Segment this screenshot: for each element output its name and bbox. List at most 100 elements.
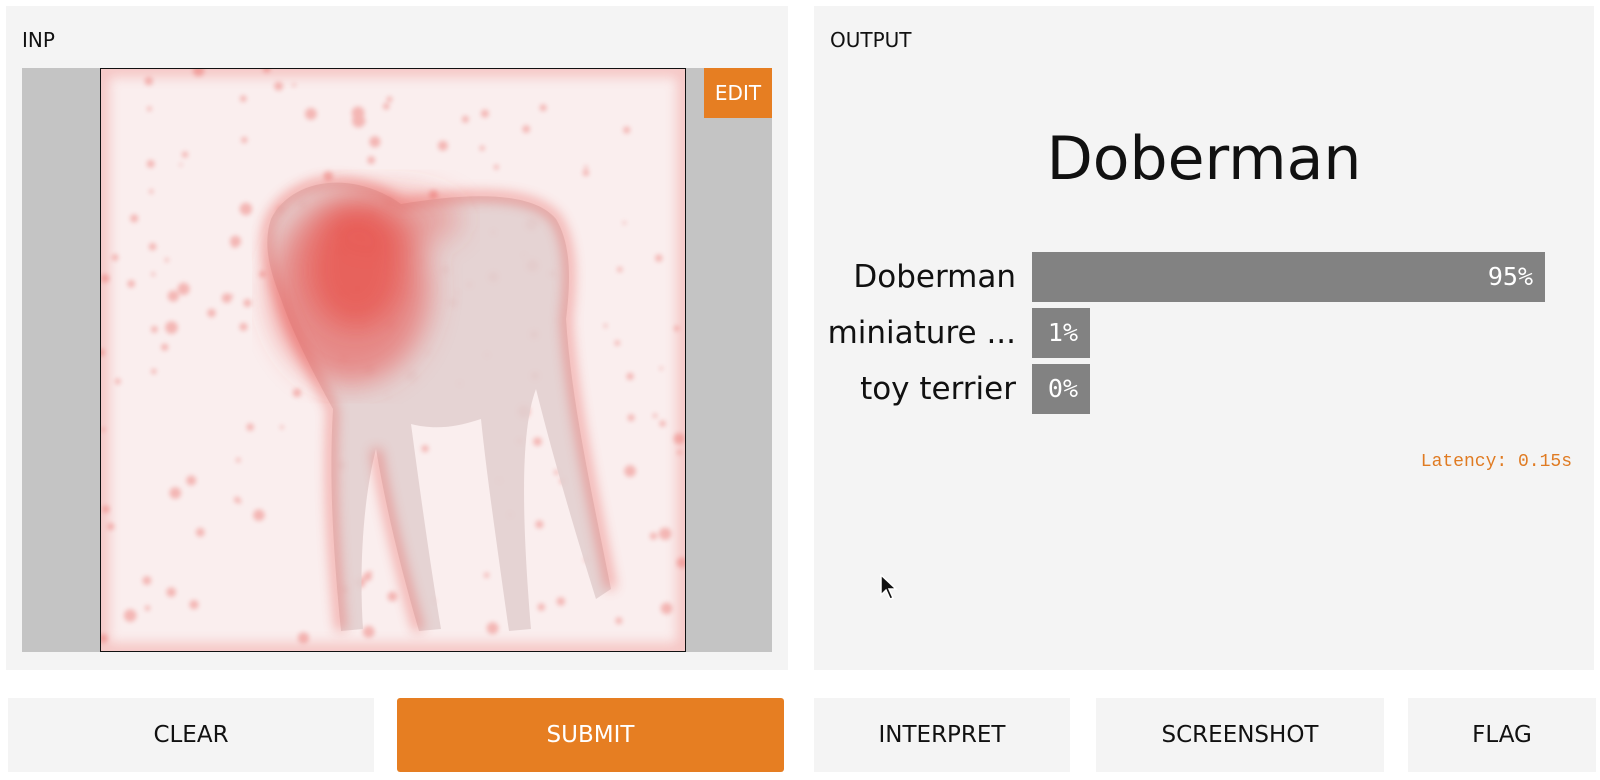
heat-speckle [659, 366, 663, 371]
mouse-pointer-icon [880, 574, 898, 600]
heat-speckle [617, 266, 623, 273]
heat-speckle [386, 96, 393, 103]
heat-speckle [166, 587, 176, 597]
heat-speckle [584, 165, 588, 169]
heat-speckle [292, 388, 302, 398]
output-label: OUTPUT [830, 28, 912, 52]
submit-button[interactable]: SUBMIT [397, 698, 784, 772]
heat-speckle [165, 321, 178, 334]
heat-speckle [127, 280, 135, 288]
input-label: INP [22, 28, 55, 52]
heat-speckle [274, 81, 284, 91]
heat-speckle [537, 603, 545, 611]
heat-speckle [660, 602, 673, 615]
heat-speckle [493, 164, 499, 170]
heat-speckle [151, 326, 158, 333]
confidence-value: 1% [1047, 318, 1078, 347]
heat-speckle [297, 632, 310, 644]
latency-text: Latency: 0.15s [1420, 452, 1572, 472]
heat-speckle [652, 413, 658, 418]
heat-speckle [239, 322, 248, 331]
heat-speckle [111, 254, 119, 261]
heat-speckle [144, 77, 153, 86]
heat-speckle [437, 140, 448, 151]
confidence-bar: 0% [1032, 364, 1090, 414]
heat-speckle [151, 368, 157, 375]
heat-speckle [149, 189, 154, 194]
output-panel: OUTPUT Doberman Doberman 95% miniature .… [814, 6, 1594, 670]
heat-speckle [362, 625, 375, 638]
heat-speckle [624, 465, 636, 477]
heat-speckle [622, 221, 627, 225]
heat-speckle [146, 160, 155, 168]
heat-speckle [148, 243, 157, 251]
heat-speckle [614, 340, 620, 346]
heat-speckle [231, 241, 239, 248]
heat-speckle [229, 294, 234, 298]
heat-speckle [243, 299, 252, 307]
heat-speckle [115, 378, 121, 385]
heat-speckle [522, 125, 530, 133]
heat-speckle [486, 622, 499, 635]
confidence-label: miniature ... [827, 315, 1016, 351]
heat-speckle [164, 258, 169, 262]
heat-speckle [626, 372, 634, 380]
flag-button[interactable]: FLAG [1408, 698, 1596, 772]
heat-speckle [207, 308, 216, 318]
heat-speckle [259, 271, 266, 278]
heat-speckle [367, 570, 372, 575]
heat-speckle [195, 527, 205, 537]
heat-speckle [627, 414, 635, 422]
heat-speckle [615, 617, 623, 625]
interpret-button[interactable]: INTERPRET [814, 698, 1070, 772]
interpretation-image[interactable] [100, 68, 686, 652]
confidence-bar: 1% [1032, 308, 1090, 358]
heat-speckle [369, 136, 381, 148]
edit-button[interactable]: EDIT [704, 68, 772, 118]
heat-speckle [144, 605, 151, 611]
image-frame: EDIT [22, 68, 772, 652]
heat-speckle [161, 343, 169, 351]
confidence-row: toy terrier 0% [814, 364, 1594, 414]
heat-speckle [421, 445, 429, 453]
heat-speckle [479, 145, 485, 151]
heat-speckle [367, 156, 376, 164]
clear-button[interactable]: CLEAR [8, 698, 374, 772]
heat-speckle [305, 108, 317, 120]
input-panel: INP EDIT [6, 6, 788, 670]
heat-speckle [177, 282, 190, 295]
heat-speckle [246, 423, 254, 431]
confidence-value: 0% [1047, 374, 1078, 403]
heat-speckle [461, 115, 469, 123]
confidence-row: Doberman 95% [814, 252, 1594, 302]
screenshot-button[interactable]: SCREENSHOT [1096, 698, 1384, 772]
heat-speckle [151, 272, 156, 277]
heat-speckle [382, 103, 390, 110]
confidence-label: Doberman [853, 259, 1016, 295]
heat-speckle [556, 597, 565, 606]
heat-speckle [221, 293, 232, 303]
heat-speckle [533, 437, 542, 446]
heat-speckle [655, 254, 663, 262]
heat-speckle [480, 109, 489, 118]
heat-speckle [167, 290, 179, 302]
heat-speckle [130, 214, 139, 223]
heat-speckle [189, 600, 199, 610]
heat-speckle [239, 202, 253, 216]
heat-speckle [241, 136, 248, 144]
heat-speckle [169, 487, 182, 499]
heat-speckle [280, 425, 284, 430]
heat-speckle [658, 527, 672, 540]
dog-heatmap-image [101, 69, 685, 651]
heat-speckle [351, 106, 365, 120]
heat-speckle [484, 572, 490, 578]
heat-speckle [659, 420, 666, 427]
heat-speckle [147, 106, 152, 112]
confidence-row: miniature ... 1% [814, 308, 1594, 358]
confidence-value: 95% [1487, 262, 1533, 291]
heat-speckle [123, 609, 137, 622]
heat-speckle [623, 126, 631, 134]
heat-speckle [236, 457, 241, 463]
heat-speckle [535, 520, 544, 529]
heat-speckle [234, 496, 240, 503]
